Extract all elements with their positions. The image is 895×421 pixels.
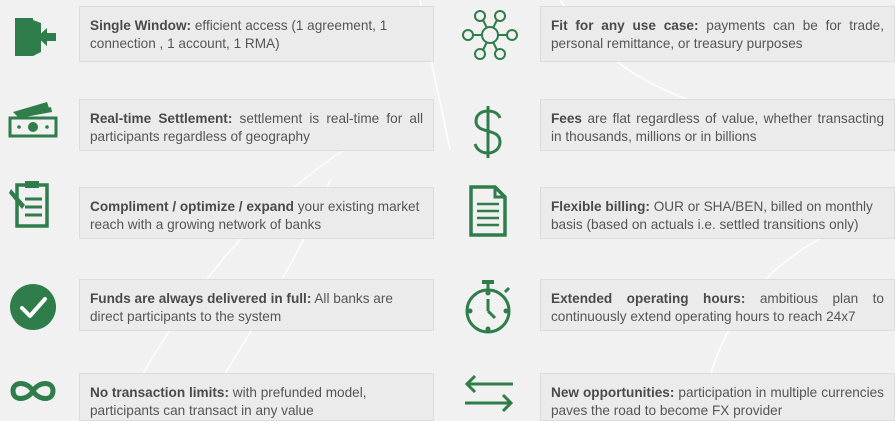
feature-text: are flat regardless of value, whether tr… xyxy=(551,111,884,144)
banknotes-icon xyxy=(6,96,60,140)
feature-box-use-case: Fit for any use case: payments can be fo… xyxy=(540,6,895,62)
feature-box-compliment: Compliment / optimize / expand your exis… xyxy=(79,187,434,239)
exchange-arrows-icon xyxy=(460,372,518,414)
check-circle-icon xyxy=(8,282,58,332)
feature-title: Fees xyxy=(551,111,582,126)
feature-title: Compliment / optimize / expand xyxy=(90,199,294,214)
dollar-icon xyxy=(466,104,510,160)
feature-title: Fit for any use case: xyxy=(551,18,699,33)
clipboard-edit-icon xyxy=(6,178,58,230)
feature-box-single-window: Single Window: efficient access (1 agree… xyxy=(79,6,434,62)
feature-box-fees: Fees are flat regardless of value, wheth… xyxy=(540,99,895,151)
feature-title: Extended operating hours: xyxy=(551,291,746,306)
feature-box-operating-hours: Extended operating hours: ambitious plan… xyxy=(540,279,895,331)
feature-box-realtime-settlement: Real-time Settlement: settlement is real… xyxy=(79,99,434,151)
network-people-icon xyxy=(459,8,521,62)
infinity-icon xyxy=(6,376,60,406)
feature-title: Real-time Settlement: xyxy=(90,111,233,126)
feature-title: Single Window: xyxy=(90,18,192,33)
feature-title: Funds are always delivered in full: xyxy=(90,291,312,306)
feature-title: Flexible billing: xyxy=(551,199,650,214)
stopwatch-icon xyxy=(460,278,516,336)
door-exit-icon xyxy=(10,16,60,58)
feature-box-funds-delivered: Funds are always delivered in full: All … xyxy=(79,279,434,331)
feature-title: New opportunities: xyxy=(551,385,675,400)
feature-title: No transaction limits: xyxy=(90,385,229,400)
feature-box-new-opportunities: New opportunities: participation in mult… xyxy=(540,373,895,421)
feature-box-no-limits: No transaction limits: with prefunded mo… xyxy=(79,373,434,421)
feature-box-flexible-billing: Flexible billing: OUR or SHA/BEN, billed… xyxy=(540,187,895,239)
document-icon xyxy=(466,182,510,240)
